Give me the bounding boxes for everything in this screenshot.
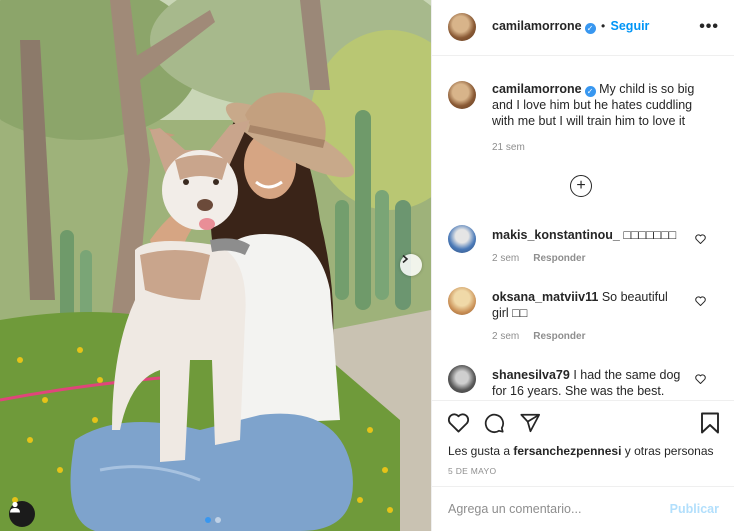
heart-icon	[695, 234, 706, 245]
heart-icon	[695, 374, 706, 385]
comment-like-button[interactable]	[695, 373, 706, 387]
caption-username[interactable]: camilamorrone	[492, 82, 582, 96]
post-date[interactable]: 5 DE MAYO	[448, 466, 496, 476]
heart-icon	[695, 296, 706, 307]
caption-meta: 21 sem	[492, 142, 525, 153]
publish-button[interactable]: Publicar	[670, 502, 719, 516]
comment-like-button[interactable]	[695, 295, 706, 309]
caption: camilamorrone ✓ My child is so big and I …	[492, 81, 704, 129]
comment-username[interactable]: makis_konstantinou_	[492, 228, 620, 242]
likes-user[interactable]: fersanchezpennesi	[513, 444, 621, 458]
carousel-indicator	[205, 517, 221, 523]
comment-item: shanesilva79 I had the same dog for 16 y…	[492, 367, 692, 399]
reply-button[interactable]: Responder	[533, 253, 585, 264]
comment-avatar[interactable]	[448, 365, 476, 393]
follow-button[interactable]: Seguir	[611, 19, 650, 33]
carousel-dot-active	[205, 517, 211, 523]
carousel-dot	[215, 517, 221, 523]
author-line: camilamorrone ✓ • Seguir	[492, 19, 649, 34]
caption-avatar[interactable]	[448, 81, 476, 109]
comment-avatar[interactable]	[448, 225, 476, 253]
like-button[interactable]	[447, 412, 470, 436]
comment-avatar[interactable]	[448, 287, 476, 315]
load-more-comments-icon: +	[576, 177, 586, 194]
comment-username[interactable]: oksana_matviiv11	[492, 290, 598, 304]
comment-button[interactable]	[483, 412, 505, 437]
comment-item: oksana_matviiv11 So beautiful girl □□	[492, 289, 672, 321]
post-actions: Les gusta a fersanchezpennesi y otras pe…	[432, 400, 734, 531]
load-more-comments-button[interactable]: +	[570, 175, 592, 197]
reply-button[interactable]: Responder	[533, 331, 585, 342]
separator-dot: •	[600, 19, 606, 33]
post-side-panel: camilamorrone ✓ • Seguir ••• camilamorron…	[431, 0, 734, 531]
comment-composer: Publicar	[432, 486, 734, 531]
author-avatar[interactable]	[448, 13, 476, 41]
comment-item: makis_konstantinou_ □□□□□□□	[492, 227, 692, 243]
comment-input[interactable]	[448, 500, 658, 518]
likes-suffix[interactable]: y otras personas	[625, 444, 714, 458]
save-button[interactable]	[700, 412, 720, 437]
verified-badge-icon: ✓	[584, 86, 596, 97]
post-photo[interactable]	[0, 0, 431, 531]
comment-meta: 2 sem Responder	[492, 253, 585, 264]
comment-meta: 2 sem Responder	[492, 331, 585, 342]
caption-time: 21 sem	[492, 142, 525, 153]
next-slide-button[interactable]	[400, 254, 422, 276]
more-options-icon: •••	[699, 18, 719, 35]
likes-summary: Les gusta a fersanchezpennesi y otras pe…	[448, 444, 714, 458]
comment-like-button[interactable]	[695, 233, 706, 247]
share-button[interactable]	[519, 412, 541, 437]
photo-illustration	[0, 0, 431, 531]
comments-list[interactable]: camilamorrone ✓ My child is so big and I …	[432, 57, 734, 400]
comment-icon	[484, 413, 504, 433]
comment-username[interactable]: shanesilva79	[492, 368, 570, 382]
comment-time: 2 sem	[492, 331, 520, 342]
more-options-button[interactable]: •••	[699, 18, 719, 36]
user-tags-button[interactable]	[9, 501, 35, 527]
comment-time: 2 sem	[492, 253, 520, 264]
likes-prefix: Les gusta a	[448, 444, 511, 458]
heart-icon	[447, 413, 470, 433]
share-icon	[520, 413, 541, 433]
verified-badge-icon: ✓	[584, 23, 596, 34]
bookmark-icon	[701, 412, 719, 434]
comment-text: □□□□□□□	[623, 228, 677, 242]
author-username[interactable]: camilamorrone	[492, 19, 582, 33]
post-header: camilamorrone ✓ • Seguir •••	[432, 0, 734, 56]
